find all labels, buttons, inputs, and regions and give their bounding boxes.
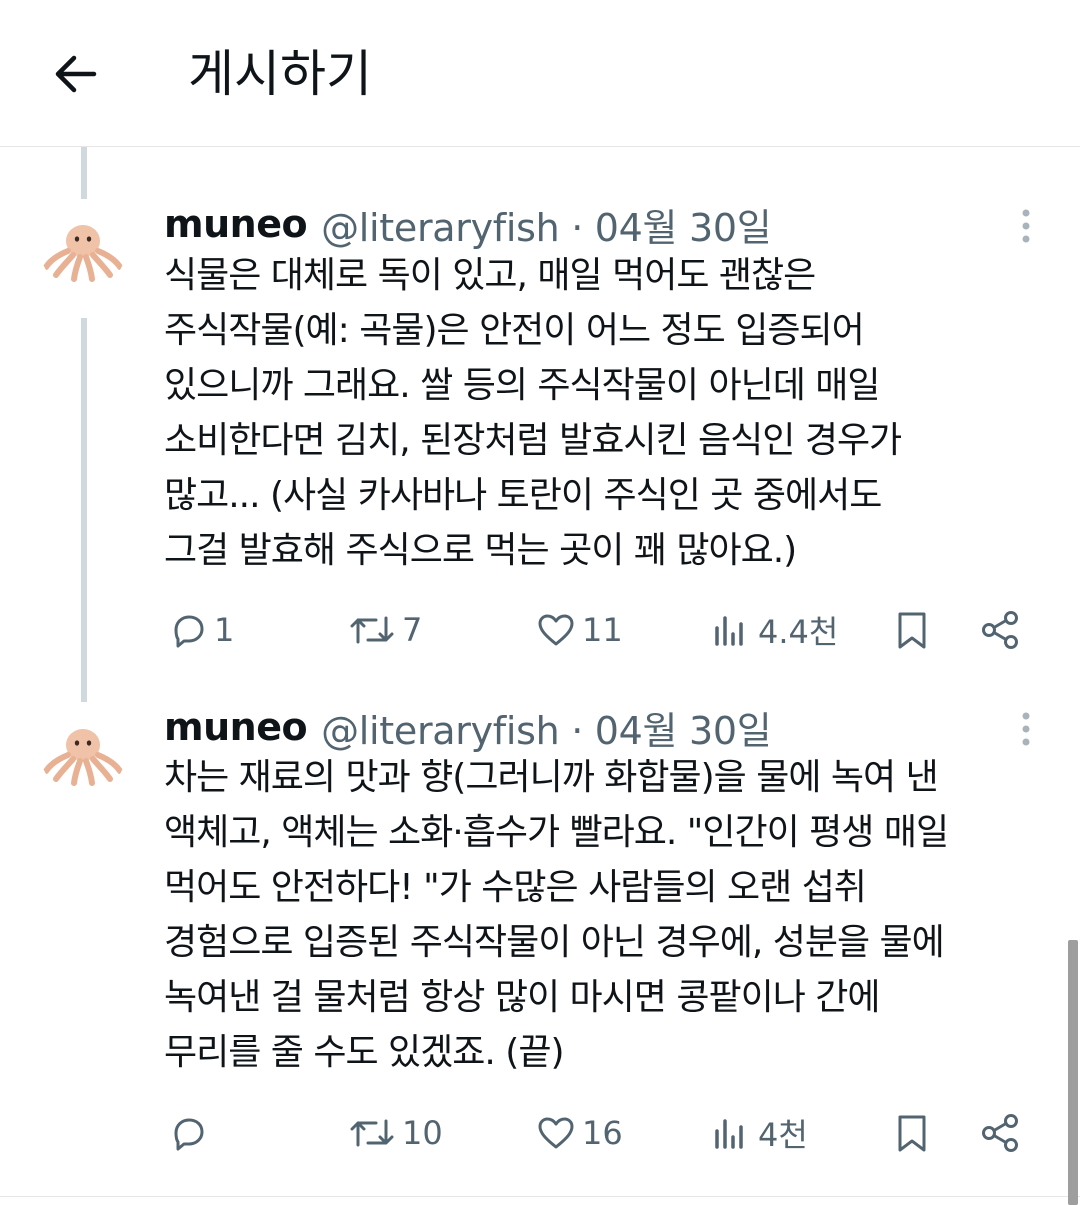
tweet-header: muneo @literaryfish · 04월 30일 bbox=[164, 699, 772, 755]
more-vertical-icon bbox=[1022, 209, 1030, 243]
retweet-icon bbox=[350, 1119, 394, 1147]
octopus-avatar-icon bbox=[43, 225, 123, 282]
tweet-text-line: 소비한다면 김치, 된장처럼 발효시킨 음식인 경우가 bbox=[164, 420, 902, 461]
retweet-button[interactable]: 10 bbox=[346, 1105, 443, 1161]
views-button[interactable]: 4.4천 bbox=[710, 602, 838, 658]
tweet-text-line: 먹어도 안전하다! "가 수많은 사람들의 오랜 섭취 bbox=[164, 867, 867, 908]
tweet-meta: @literaryfish · 04월 30일 bbox=[321, 700, 772, 755]
tweet-text-line: 많고... (사실 카사바나 토란이 주식인 곳 중에서도 bbox=[164, 475, 882, 516]
page-title: 게시하기 bbox=[188, 45, 372, 103]
tweet-text-line: 식물은 대체로 독이 있고, 매일 먹어도 괜찮은 bbox=[164, 255, 816, 296]
tweet-text-line: 차는 재료의 맛과 향(그러니까 화합물)을 물에 녹여 낸 bbox=[164, 757, 939, 798]
tweet-text-line: 그걸 발효해 주식으로 먹는 곳이 꽤 많아요.) bbox=[164, 530, 797, 571]
share-icon bbox=[982, 611, 1018, 649]
retweet-count: 10 bbox=[402, 1114, 443, 1152]
share-button[interactable] bbox=[978, 1105, 1024, 1161]
retweet-button[interactable]: 7 bbox=[346, 602, 422, 658]
share-button[interactable] bbox=[978, 602, 1024, 658]
octopus-avatar-icon bbox=[43, 729, 123, 786]
username[interactable]: @literaryfish bbox=[321, 206, 560, 250]
reply-button[interactable] bbox=[166, 1105, 214, 1161]
reply-button[interactable]: 1 bbox=[166, 602, 234, 658]
avatar[interactable] bbox=[40, 205, 126, 291]
username[interactable]: @literaryfish bbox=[321, 709, 560, 753]
bookmark-button[interactable] bbox=[890, 1105, 934, 1161]
tweet-meta: @literaryfish · 04월 30일 bbox=[321, 197, 772, 252]
retweet-icon bbox=[350, 616, 394, 644]
meta-separator: · bbox=[571, 205, 583, 250]
arrow-left-icon bbox=[55, 55, 97, 93]
view-count: 4천 bbox=[758, 1116, 808, 1154]
thread-line-top bbox=[81, 147, 87, 199]
tweet-text-line: 녹여낸 걸 물처럼 항상 많이 마시면 콩팥이나 간에 bbox=[164, 977, 881, 1018]
tweet-text-line: 주식작물(예: 곡물)은 안전이 어느 정도 입증되어 bbox=[164, 310, 865, 351]
scrollbar[interactable] bbox=[1068, 940, 1078, 1205]
tweet-actions: 1 7 11 4.4천 bbox=[0, 602, 1080, 658]
divider bbox=[0, 1196, 1080, 1197]
top-bar: 게시하기 bbox=[0, 0, 1080, 147]
more-button[interactable] bbox=[1008, 206, 1044, 246]
tweet-text: 차는 재료의 맛과 향(그러니까 화합물)을 물에 녹여 낸 액체고, 액체는 … bbox=[164, 750, 1054, 1080]
view-count: 4.4천 bbox=[758, 613, 839, 651]
timestamp[interactable]: 04월 30일 bbox=[595, 709, 772, 753]
heart-icon bbox=[538, 1117, 574, 1149]
views-icon bbox=[715, 616, 743, 646]
tweet-text: 식물은 대체로 독이 있고, 매일 먹어도 괜찮은 주식작물(예: 곡물)은 안… bbox=[164, 248, 1054, 578]
tweet-text-line: 액체고, 액체는 소화·흡수가 빨라요. "인간이 평생 매일 bbox=[164, 812, 949, 853]
like-count: 16 bbox=[582, 1114, 623, 1152]
retweet-count: 7 bbox=[402, 611, 423, 649]
avatar[interactable] bbox=[40, 709, 126, 795]
display-name[interactable]: muneo bbox=[164, 202, 308, 246]
timestamp[interactable]: 04월 30일 bbox=[595, 206, 772, 250]
views-button[interactable]: 4천 bbox=[710, 1105, 808, 1161]
back-button[interactable] bbox=[44, 44, 104, 104]
tweet-text-line: 경험으로 입증된 주식작물이 아닌 경우에, 성분을 물에 bbox=[164, 922, 945, 963]
tweet-header: muneo @literaryfish · 04월 30일 bbox=[164, 196, 772, 252]
share-icon bbox=[982, 1114, 1018, 1152]
bookmark-button[interactable] bbox=[890, 602, 934, 658]
more-button[interactable] bbox=[1008, 709, 1044, 749]
like-count: 11 bbox=[582, 611, 623, 649]
tweet-actions: 10 16 4천 bbox=[0, 1105, 1080, 1161]
reply-count: 1 bbox=[214, 611, 235, 649]
like-button[interactable]: 11 bbox=[534, 602, 623, 658]
views-icon bbox=[715, 1119, 743, 1149]
meta-separator: · bbox=[571, 708, 583, 753]
display-name[interactable]: muneo bbox=[164, 705, 308, 749]
heart-icon bbox=[538, 614, 574, 646]
bookmark-icon bbox=[898, 612, 926, 649]
reply-icon bbox=[174, 615, 204, 648]
bookmark-icon bbox=[898, 1115, 926, 1152]
tweet-text-line: 무리를 줄 수도 있겠죠. (끝) bbox=[164, 1032, 565, 1073]
reply-icon bbox=[174, 1118, 204, 1151]
like-button[interactable]: 16 bbox=[534, 1105, 623, 1161]
tweet-text-line: 있으니까 그래요. 쌀 등의 주식작물이 아닌데 매일 bbox=[164, 365, 881, 406]
more-vertical-icon bbox=[1022, 712, 1030, 746]
